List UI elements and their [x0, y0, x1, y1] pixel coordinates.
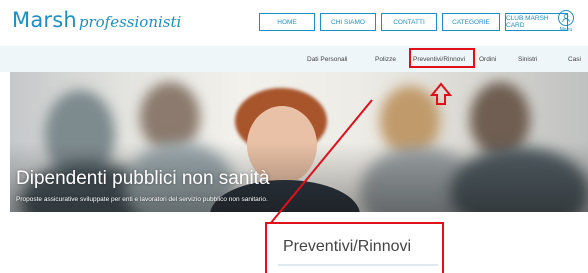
- up-arrow-icon: [429, 82, 453, 105]
- annotation-connector-line: [269, 99, 373, 225]
- zoom-underline: [278, 264, 438, 266]
- zoom-preventivi-rinnovi: Preventivi/Rinnovi: [283, 238, 412, 255]
